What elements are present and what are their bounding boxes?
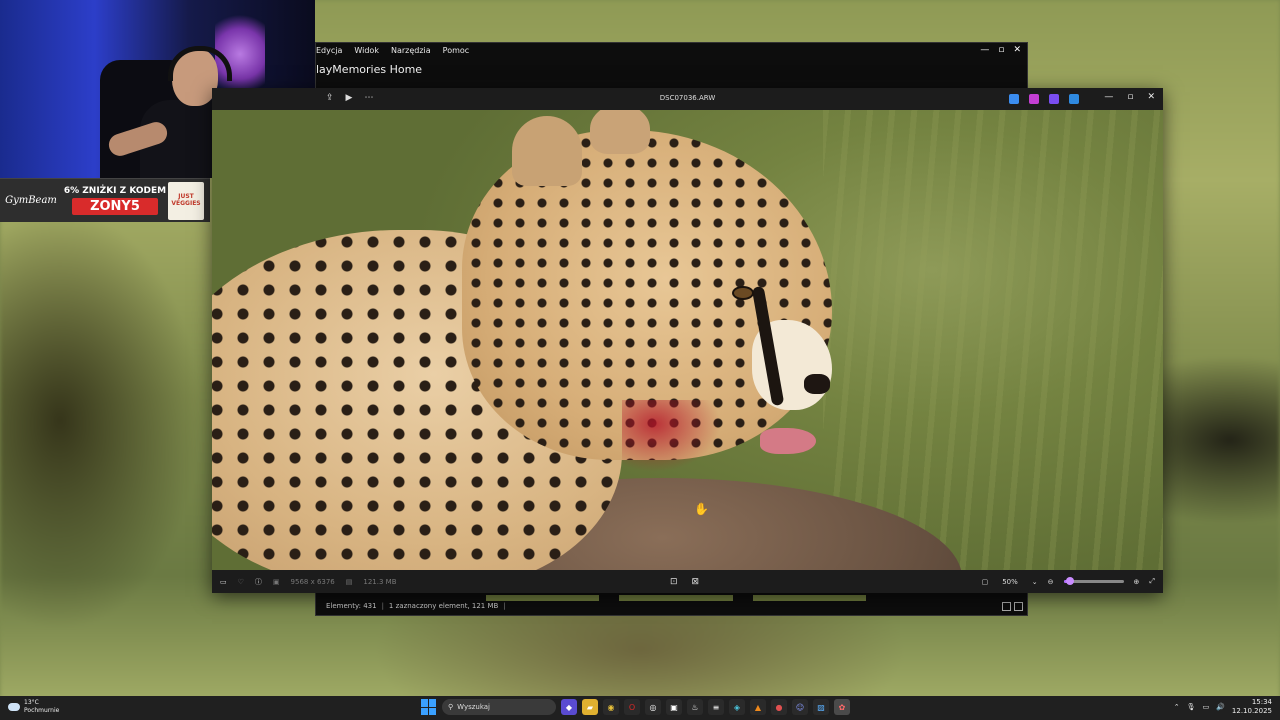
app-title: layMemories Home bbox=[316, 63, 423, 76]
background-remove-icon[interactable]: ⊠ bbox=[692, 577, 700, 587]
cheetah-nose bbox=[804, 374, 830, 394]
cloud-icon bbox=[8, 703, 20, 711]
separator: | bbox=[503, 602, 506, 610]
volume-icon[interactable]: 🔊 bbox=[1216, 703, 1225, 711]
viewer-window-controls: — ▫ ✕ bbox=[1104, 92, 1155, 102]
visual-search-icon[interactable]: ⊡ bbox=[670, 577, 678, 587]
epic-games-icon[interactable]: ≡ bbox=[708, 699, 724, 715]
taskbar: 13°C Pochmurnie ⚲ Wyszukaj ◆ ▰ ◉ O ◎ ▣ ♨… bbox=[0, 696, 1280, 720]
grid-view-icon[interactable] bbox=[1014, 601, 1023, 611]
search-icon: ⚲ bbox=[448, 703, 454, 711]
menu-help[interactable]: Pomoc bbox=[443, 46, 470, 55]
bottombar-left: ▭ ♡ ⓘ ▣ 9568 x 6376 ▤ 121.3 MB bbox=[220, 577, 397, 587]
start-button[interactable] bbox=[421, 699, 437, 715]
weather-text: 13°C Pochmurnie bbox=[24, 699, 59, 715]
chevron-up-icon[interactable]: ⌃ bbox=[1174, 703, 1180, 711]
opera-icon[interactable]: O bbox=[624, 699, 640, 715]
sponsor-product: JUST VEGGIES bbox=[168, 181, 204, 220]
selection-info: 1 zaznaczony element, 121 MB bbox=[388, 602, 499, 610]
info-icon[interactable]: ⓘ bbox=[255, 577, 262, 587]
cheetah-ear bbox=[512, 116, 582, 186]
menu-edit[interactable]: Edycja bbox=[316, 46, 342, 55]
zoom-level[interactable]: 50% bbox=[998, 577, 1022, 587]
network-icon[interactable]: ▭ bbox=[1203, 703, 1210, 711]
paint-app-icon[interactable] bbox=[1029, 94, 1039, 104]
microphone-icon[interactable]: 🎙 bbox=[1187, 703, 1196, 711]
blood-stain bbox=[622, 400, 732, 480]
close-icon[interactable]: ✕ bbox=[1013, 45, 1021, 55]
sponsor-brand: GymBeam bbox=[5, 195, 57, 206]
clock-date: 12.10.2025 bbox=[1231, 707, 1272, 715]
sponsor-deal: 6% ZNIŻKI Z KODEM ZONY5 bbox=[62, 186, 168, 215]
weather-desc: Pochmurnie bbox=[24, 707, 60, 714]
photo-viewer-window: ⇪ ▶ ⋯ DSC07036.ARW — ▫ ✕ ✋ ▭ ♡ ⓘ ▣ 9568 … bbox=[212, 88, 1163, 593]
sponsor-deal-text: 6% ZNIŻKI Z KODEM bbox=[63, 186, 167, 196]
zoom-slider-knob[interactable] bbox=[1065, 577, 1074, 585]
sponsor-code: ZONY5 bbox=[72, 198, 158, 215]
view-toggle bbox=[1002, 601, 1023, 611]
maximize-icon[interactable]: ▫ bbox=[1127, 92, 1133, 102]
discord-icon[interactable]: ☺ bbox=[792, 699, 808, 715]
minimize-icon[interactable]: — bbox=[980, 45, 989, 55]
clock[interactable]: 15:34 12.10.2025 bbox=[1232, 698, 1272, 716]
cheetah-ear bbox=[590, 110, 650, 154]
bottombar-right: ▢ 50% ⌄ ⊖ ⊕ ⤢ bbox=[982, 577, 1155, 587]
fullscreen-icon[interactable]: ⤢ bbox=[1149, 577, 1155, 586]
zoom-out-icon[interactable]: ⊖ bbox=[1048, 578, 1054, 586]
zoom-in-icon[interactable]: ⊕ bbox=[1134, 578, 1140, 586]
viewer-bottombar: ▭ ♡ ⓘ ▣ 9568 x 6376 ▤ 121.3 MB ⊡ ⊠ ▢ 50%… bbox=[212, 570, 1163, 593]
filmstrip-icon[interactable]: ▭ bbox=[220, 578, 227, 586]
separator: | bbox=[381, 602, 384, 610]
hand-cursor-icon: ✋ bbox=[694, 502, 709, 516]
image-dimensions: 9568 x 6376 bbox=[290, 577, 335, 586]
github-icon[interactable]: ◎ bbox=[645, 699, 661, 715]
bottombar-center: ⊡ ⊠ bbox=[670, 577, 699, 587]
menu-tools[interactable]: Narzędzia bbox=[391, 46, 431, 55]
taskbar-apps: ⚲ Wyszukaj ◆ ▰ ◉ O ◎ ▣ ♨ ≡ ◈ ▲ ● ☺ ▨ ✿ bbox=[421, 699, 850, 715]
dimensions-icon: ▣ bbox=[272, 577, 280, 586]
favorite-icon[interactable]: ♡ bbox=[238, 578, 244, 586]
close-icon[interactable]: ✕ bbox=[1147, 92, 1155, 102]
viewer-titlebar: ⇪ ▶ ⋯ DSC07036.ARW — ▫ ✕ bbox=[212, 88, 1163, 110]
file-explorer-icon[interactable]: ▰ bbox=[582, 699, 598, 715]
menu-view[interactable]: Widok bbox=[354, 46, 379, 55]
element-count: Elementy: 431 bbox=[326, 602, 377, 610]
steam-icon[interactable]: ♨ bbox=[687, 699, 703, 715]
edit-app-icon[interactable] bbox=[1009, 94, 1019, 104]
pm-window-controls: — ▫ ✕ bbox=[980, 45, 1021, 55]
clipchamp-icon[interactable] bbox=[1049, 94, 1059, 104]
minimize-icon[interactable]: — bbox=[1104, 92, 1113, 102]
chrome-icon[interactable]: ◉ bbox=[603, 699, 619, 715]
grass-background bbox=[823, 110, 1163, 570]
weather-widget[interactable]: 13°C Pochmurnie bbox=[8, 699, 59, 715]
status-bar: Elementy: 431 | 1 zaznaczony element, 12… bbox=[326, 600, 1023, 612]
cheetah-tongue bbox=[760, 428, 816, 454]
capture-app-icon[interactable]: ● bbox=[771, 699, 787, 715]
zoom-slider[interactable] bbox=[1063, 577, 1124, 585]
photo-canvas[interactable]: ✋ bbox=[212, 110, 1163, 570]
chevron-down-icon[interactable]: ⌄ bbox=[1032, 578, 1038, 586]
photos-app-icon[interactable]: ▨ bbox=[813, 699, 829, 715]
cheetah-eye bbox=[732, 286, 754, 300]
search-placeholder: Wyszukaj bbox=[457, 703, 491, 711]
system-tray: ⌃ 🎙 ▭ 🔊 15:34 12.10.2025 bbox=[1174, 698, 1272, 716]
file-size: 121.3 MB bbox=[363, 577, 397, 586]
fit-to-window-icon[interactable]: ▢ bbox=[982, 578, 989, 586]
vlc-icon[interactable]: ▲ bbox=[750, 699, 766, 715]
taskbar-search[interactable]: ⚲ Wyszukaj bbox=[442, 699, 556, 715]
playmemories-icon[interactable]: ✿ bbox=[834, 699, 850, 715]
copilot-icon[interactable]: ◆ bbox=[561, 699, 577, 715]
media-app-icon[interactable]: ▣ bbox=[666, 699, 682, 715]
maximize-icon[interactable]: ▫ bbox=[998, 45, 1004, 55]
onedrive-icon[interactable] bbox=[1069, 94, 1079, 104]
sponsor-banner: GymBeam 6% ZNIŻKI Z KODEM ZONY5 JUST VEG… bbox=[0, 178, 210, 222]
menu-bar: Edycja Widok Narzędzia Pomoc bbox=[316, 43, 1027, 58]
list-view-icon[interactable] bbox=[1002, 601, 1011, 611]
app-shortcuts bbox=[1009, 94, 1079, 104]
weather-temp: 13°C bbox=[24, 699, 39, 706]
clock-time: 15:34 bbox=[1251, 698, 1272, 706]
vpn-icon[interactable]: ◈ bbox=[729, 699, 745, 715]
file-size-icon: ▤ bbox=[345, 577, 353, 586]
